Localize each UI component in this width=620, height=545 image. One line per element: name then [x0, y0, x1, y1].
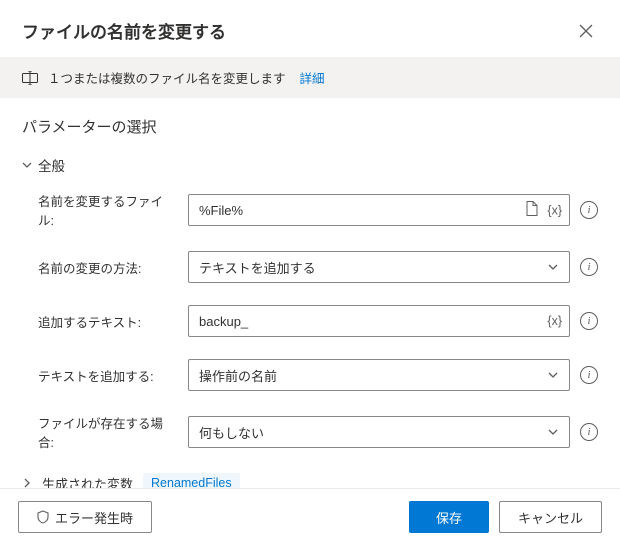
chevron-down-icon [547, 426, 559, 438]
param-label: テキストを追加する: [38, 366, 178, 385]
info-bar: １つまたは複数のファイル名を変更します 詳細 [0, 57, 620, 98]
file-picker-icon[interactable] [525, 201, 539, 220]
close-button[interactable] [574, 19, 598, 43]
param-text-to-add: 追加するテキスト: backup_ {x} i [38, 305, 598, 337]
file-to-rename-value: %File% [199, 203, 511, 218]
dialog-header: ファイルの名前を変更する [0, 0, 620, 57]
file-to-rename-input[interactable]: %File% [188, 194, 570, 226]
info-icon[interactable]: i [580, 423, 598, 441]
generated-vars-label: 生成された変数 [42, 474, 133, 489]
chevron-down-icon [547, 369, 559, 381]
dialog-title: ファイルの名前を変更する [22, 18, 226, 43]
add-text-position-value: 操作前の名前 [199, 366, 277, 385]
text-to-add-input[interactable]: backup_ [188, 305, 570, 337]
group-general-header[interactable]: 全般 [22, 155, 598, 175]
chevron-right-icon [22, 476, 32, 489]
param-label: 名前を変更するファイル: [38, 191, 178, 229]
info-icon[interactable]: i [580, 366, 598, 384]
text-to-add-value: backup_ [199, 314, 535, 329]
chevron-down-icon [547, 261, 559, 273]
info-icon[interactable]: i [580, 312, 598, 330]
params-group: 名前を変更するファイル: %File% {x} i 名前の変更の方法: テキスト… [22, 191, 598, 451]
on-error-button[interactable]: エラー発生時 [18, 501, 152, 533]
param-label: 追加するテキスト: [38, 312, 178, 331]
group-general-label: 全般 [38, 155, 65, 175]
info-icon[interactable]: i [580, 201, 598, 219]
shield-icon [37, 510, 49, 524]
rename-icon [22, 71, 38, 85]
section-title: パラメーターの選択 [22, 116, 598, 137]
dialog-footer: エラー発生時 保存 キャンセル [0, 489, 620, 545]
param-rename-method: 名前の変更の方法: テキストを追加する i [38, 251, 598, 283]
save-button[interactable]: 保存 [409, 501, 489, 533]
chevron-down-icon [22, 160, 32, 170]
param-label: ファイルが存在する場合: [38, 413, 178, 451]
param-if-file-exists: ファイルが存在する場合: 何もしない i [38, 413, 598, 451]
rename-method-value: テキストを追加する [199, 258, 316, 277]
on-error-label: エラー発生時 [55, 508, 133, 527]
if-file-exists-select[interactable]: 何もしない [188, 416, 570, 448]
info-icon[interactable]: i [580, 258, 598, 276]
variable-picker-icon[interactable]: {x} [547, 314, 562, 328]
rename-method-select[interactable]: テキストを追加する [188, 251, 570, 283]
info-details-link[interactable]: 詳細 [300, 68, 325, 87]
variable-picker-icon[interactable]: {x} [547, 203, 562, 217]
generated-var-chip[interactable]: RenamedFiles [143, 473, 240, 488]
add-text-position-select[interactable]: 操作前の名前 [188, 359, 570, 391]
param-label: 名前の変更の方法: [38, 258, 178, 277]
if-file-exists-value: 何もしない [199, 423, 264, 442]
info-text: １つまたは複数のファイル名を変更します [48, 68, 286, 87]
cancel-button[interactable]: キャンセル [499, 501, 602, 533]
save-label: 保存 [436, 508, 462, 527]
dialog-body: パラメーターの選択 全般 名前を変更するファイル: %File% {x} i [0, 98, 620, 488]
cancel-label: キャンセル [518, 508, 583, 527]
param-file-to-rename: 名前を変更するファイル: %File% {x} i [38, 191, 598, 229]
close-icon [579, 24, 593, 38]
param-add-text-position: テキストを追加する: 操作前の名前 i [38, 359, 598, 391]
generated-variables-row[interactable]: 生成された変数 RenamedFiles [22, 473, 598, 488]
